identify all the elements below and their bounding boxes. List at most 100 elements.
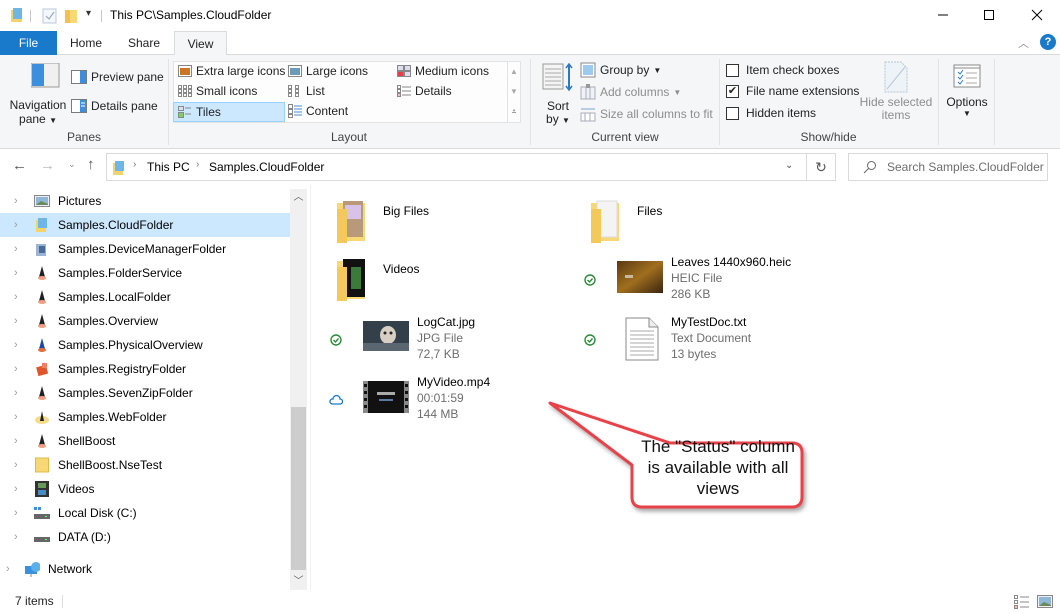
expand-chevron-icon[interactable]: › xyxy=(14,387,26,399)
maximize-button[interactable] xyxy=(966,0,1012,30)
file-name-extensions-toggle[interactable]: ✔ File name extensions xyxy=(726,84,859,98)
checkbox-unchecked-icon[interactable] xyxy=(726,106,739,120)
sort-by-button[interactable]: Sort by ▼ xyxy=(540,62,576,127)
layout-extra-large-icons[interactable]: Extra large icons xyxy=(178,64,285,78)
expand-chevron-icon[interactable]: › xyxy=(14,435,26,447)
text-document-icon xyxy=(625,317,659,361)
minimize-button[interactable] xyxy=(920,0,966,30)
address-bar[interactable]: › This PC › Samples.CloudFolder ⌄ xyxy=(106,153,807,181)
nav-item-samples-overview[interactable]: › Samples.Overview xyxy=(0,309,290,333)
file-tile-mytestdoc-txt[interactable]: MyTestDoc.txt Text Document 13 bytes xyxy=(583,315,823,371)
expand-chevron-icon[interactable]: › xyxy=(14,483,26,495)
layout-large-icons[interactable]: Large icons xyxy=(288,64,368,78)
scroll-up-icon[interactable]: ︿ xyxy=(290,189,307,206)
recent-locations-icon[interactable]: ⌄ xyxy=(68,159,76,170)
tab-view[interactable]: View xyxy=(174,31,227,56)
layout-content[interactable]: Content xyxy=(288,104,348,118)
nav-item-samples-cloudfolder[interactable]: › Samples.CloudFolder xyxy=(0,213,290,237)
nav-item-network[interactable]: › Network xyxy=(0,557,290,581)
expand-chevron-icon[interactable]: › xyxy=(14,267,26,279)
navigation-pane-button[interactable]: Navigation pane ▼ xyxy=(8,62,68,128)
expand-chevron-icon[interactable]: › xyxy=(14,195,26,207)
file-tile-myvideo-mp4[interactable]: MyVideo.mp4 00:01:59 144 MB xyxy=(329,375,569,431)
hidden-items-toggle[interactable]: Hidden items xyxy=(726,106,816,120)
navigation-pane: › Pictures › Samples.CloudFolder › Sampl… xyxy=(0,185,290,590)
back-icon[interactable]: ← xyxy=(12,157,27,174)
refresh-button[interactable]: ↻ xyxy=(806,153,836,181)
navigation-scrollbar[interactable]: ︿ ﹀ xyxy=(290,189,307,590)
tab-home[interactable]: Home xyxy=(62,31,110,55)
close-button[interactable] xyxy=(1014,0,1060,30)
nav-item-samples-webfolder[interactable]: › Samples.WebFolder xyxy=(0,405,290,429)
nav-item-shellboost-nsetest[interactable]: › ShellBoost.NseTest xyxy=(0,453,290,477)
dropdown-arrow-icon: ▼ xyxy=(562,116,570,125)
scrollbar-thumb[interactable] xyxy=(291,407,306,570)
group-by-icon xyxy=(580,62,596,78)
collapse-ribbon-icon[interactable]: ︿ xyxy=(1018,35,1029,51)
layout-details[interactable]: Details xyxy=(397,84,452,98)
add-columns-button[interactable]: Add columns ▼ xyxy=(580,84,681,100)
breadcrumb-samples-cloudfolder[interactable]: Samples.CloudFolder xyxy=(209,160,324,174)
nav-item-pictures[interactable]: › Pictures xyxy=(0,189,290,213)
videos-icon xyxy=(34,481,50,497)
dropdown-arrow-icon: ▼ xyxy=(963,109,971,118)
layout-tiles[interactable]: Tiles xyxy=(173,102,285,122)
folder-icon xyxy=(591,200,619,243)
file-tile-videos[interactable]: Videos xyxy=(333,255,573,311)
expand-chevron-icon[interactable]: › xyxy=(14,339,26,351)
registry-icon xyxy=(34,361,50,377)
details-view-icon[interactable] xyxy=(1014,595,1030,609)
item-check-boxes-toggle[interactable]: Item check boxes xyxy=(726,63,839,77)
layout-gallery-scroll[interactable]: ▲ ▼ ⩡ xyxy=(507,62,520,122)
expand-chevron-icon[interactable]: › xyxy=(14,291,26,303)
expand-chevron-icon[interactable]: › xyxy=(14,219,26,231)
large-icons-view-icon[interactable] xyxy=(1037,595,1053,609)
help-icon[interactable]: ? xyxy=(1040,34,1056,50)
expand-chevron-icon[interactable]: › xyxy=(14,315,26,327)
nav-item-shellboost[interactable]: › ShellBoost xyxy=(0,429,290,453)
properties-icon[interactable] xyxy=(42,8,58,24)
preview-pane-button[interactable]: Preview pane xyxy=(71,70,164,84)
layout-list[interactable]: List xyxy=(288,84,325,98)
nav-item-videos[interactable]: › Videos xyxy=(0,477,290,501)
file-tile-logcat-jpg[interactable]: LogCat.jpg JPG File 72,7 KB xyxy=(329,315,569,371)
file-tile-leaves-heic[interactable]: Leaves 1440x960.heic HEIC File 286 KB xyxy=(583,255,823,311)
nav-item-samples-folderservice[interactable]: › Samples.FolderService xyxy=(0,261,290,285)
nav-item-samples-sevenzipfolder[interactable]: › Samples.SevenZipFolder xyxy=(0,381,290,405)
nav-item-samples-physicaloverview[interactable]: › Samples.PhysicalOverview xyxy=(0,333,290,357)
tab-share[interactable]: Share xyxy=(120,31,168,55)
nav-item-samples-registryfolder[interactable]: › Samples.RegistryFolder xyxy=(0,357,290,381)
group-by-button[interactable]: Group by ▼ xyxy=(580,62,661,78)
checkbox-checked-icon[interactable]: ✔ xyxy=(726,84,739,98)
expand-chevron-icon[interactable]: › xyxy=(14,459,26,471)
details-pane-button[interactable]: Details pane xyxy=(71,99,158,113)
expand-chevron-icon[interactable]: › xyxy=(14,507,26,519)
hide-selected-items-button[interactable]: Hide selected items xyxy=(858,61,934,122)
layout-small-icons[interactable]: Small icons xyxy=(178,84,257,98)
tab-file[interactable]: File xyxy=(0,31,57,55)
expand-chevron-icon[interactable]: › xyxy=(14,243,26,255)
nav-item-samples-devicemanagerfolder[interactable]: › Samples.DeviceManagerFolder xyxy=(0,237,290,261)
nav-item-samples-localfolder[interactable]: › Samples.LocalFolder xyxy=(0,285,290,309)
file-tile-files[interactable]: Files xyxy=(587,197,827,253)
options-button[interactable]: Options ▼ xyxy=(942,63,992,118)
layout-medium-icons[interactable]: Medium icons xyxy=(397,64,489,78)
checkbox-unchecked-icon[interactable] xyxy=(726,63,739,77)
customize-quick-access-icon[interactable]: ▾ xyxy=(86,8,91,24)
expand-chevron-icon[interactable]: › xyxy=(14,363,26,375)
file-tile-big-files[interactable]: Big Files xyxy=(333,197,573,253)
dropdown-arrow-icon: ▼ xyxy=(49,116,57,125)
nav-item-local-disk-c[interactable]: › Local Disk (C:) xyxy=(0,501,290,525)
scroll-down-icon[interactable]: ﹀ xyxy=(290,573,307,590)
new-folder-icon[interactable] xyxy=(64,8,80,24)
search-input[interactable]: Search Samples.CloudFolder xyxy=(848,153,1048,181)
address-dropdown-icon[interactable]: ⌄ xyxy=(785,160,793,171)
forward-icon[interactable]: → xyxy=(40,157,55,174)
size-all-columns-button[interactable]: Size all columns to fit xyxy=(580,106,713,122)
up-icon[interactable]: ↑ xyxy=(87,156,95,173)
nav-item-data-d[interactable]: › DATA (D:) xyxy=(0,525,290,549)
expand-chevron-icon[interactable]: › xyxy=(14,531,26,543)
expand-chevron-icon[interactable]: › xyxy=(6,563,18,575)
breadcrumb-this-pc[interactable]: This PC xyxy=(147,160,190,174)
expand-chevron-icon[interactable]: › xyxy=(14,411,26,423)
